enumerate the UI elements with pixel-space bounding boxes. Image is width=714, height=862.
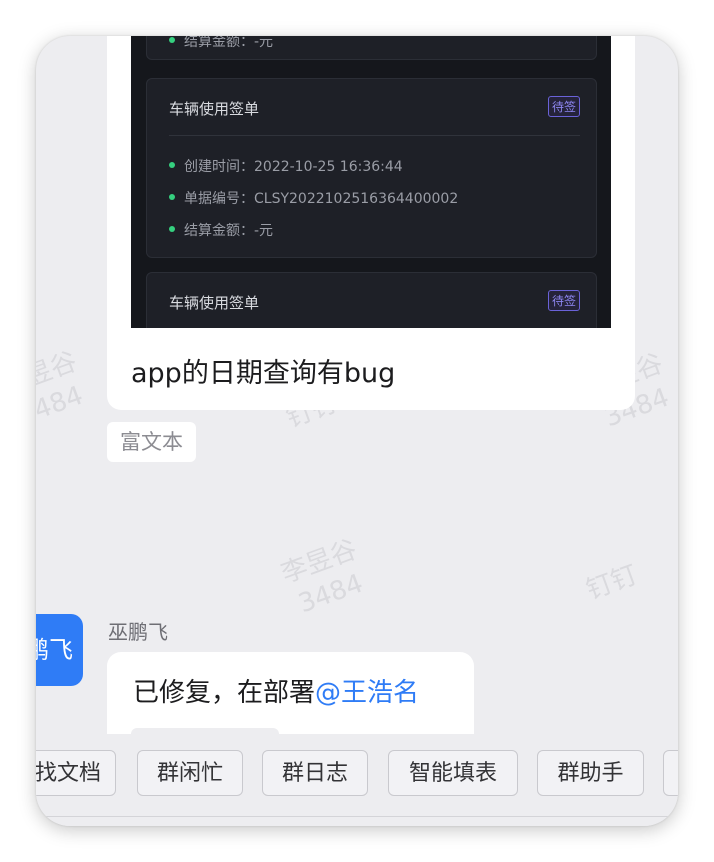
quick-actions-bar: 找文档 群闲忙 群日志 智能填表 群助手 [36, 734, 678, 826]
watermark: 李昱谷 3484 [36, 346, 88, 432]
chip-group-assistant[interactable]: 群助手 [537, 750, 644, 796]
dark-card: 车辆使用签单 待签 [146, 272, 597, 328]
message-card[interactable]: 结算金额：-元 车辆使用签单 待签 创建时间：2022-10-25 16:36:… [107, 36, 635, 410]
message-text: app的日期查询有bug [131, 358, 396, 389]
dark-card-title: 车辆使用签单 [169, 100, 260, 118]
message-text: 已修复，在部署@王浩名 [133, 678, 420, 708]
chip-group-log[interactable]: 群日志 [262, 750, 368, 796]
dark-card: 车辆使用签单 待签 创建时间：2022-10-25 16:36:44 单据编号：… [146, 78, 597, 258]
status-dot-icon [169, 226, 175, 232]
chip-more[interactable] [663, 750, 678, 796]
chat-window: 李昱谷 3484 李昱谷 3484 李昱谷 3484 钉钉 钉钉 结算金额：-元… [36, 36, 678, 826]
chip-find-doc[interactable]: 找文档 [36, 750, 116, 796]
dark-card-row: 结算金额：-元 [169, 220, 273, 240]
watermark: 钉钉 [582, 560, 642, 606]
status-dot-icon [169, 194, 175, 200]
avatar[interactable]: 鹏飞 [36, 614, 83, 686]
sender-name: 巫鹏飞 [108, 620, 168, 644]
divider [169, 135, 580, 136]
status-badge: 待签 [547, 96, 580, 117]
dark-card-row: 创建时间：2022-10-25 16:36:44 [169, 156, 403, 176]
dark-card-row: 结算金额：-元 [169, 36, 273, 51]
dark-card-title: 车辆使用签单 [169, 294, 260, 312]
chip-group-busy[interactable]: 群闲忙 [137, 750, 243, 796]
mention-link[interactable]: @王浩名 [315, 678, 419, 708]
attached-screenshot[interactable]: 结算金额：-元 车辆使用签单 待签 创建时间：2022-10-25 16:36:… [131, 36, 611, 328]
chip-smart-form[interactable]: 智能填表 [388, 750, 518, 796]
dark-card-row: 单据编号：CLSY2022102516364400002 [169, 188, 458, 208]
status-dot-icon [169, 37, 175, 43]
divider [36, 816, 678, 817]
status-dot-icon [169, 162, 175, 168]
message-tag: 富文本 [107, 422, 196, 462]
status-badge: 待签 [547, 290, 580, 311]
dark-card-partial: 结算金额：-元 [146, 36, 597, 60]
watermark: 李昱谷 3484 [277, 534, 368, 620]
